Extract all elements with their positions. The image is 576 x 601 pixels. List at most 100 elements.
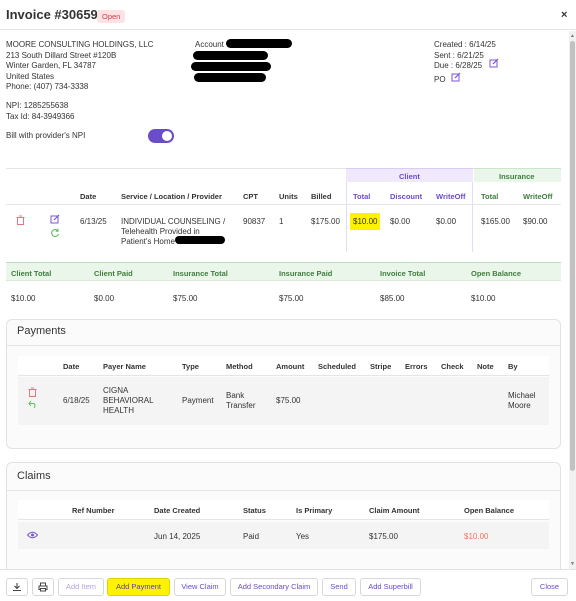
pay-col-note: Note (477, 362, 494, 371)
claim-col-is-primary: Is Primary (296, 506, 333, 515)
pay-col-method: Method (226, 362, 253, 371)
redacted-provider (175, 236, 225, 244)
account-label: Account (195, 40, 224, 49)
scrollbar[interactable]: ▲ ▼ (569, 31, 576, 569)
payment-date: 6/18/25 (63, 396, 90, 405)
redacted-account (226, 39, 292, 48)
view-claim-button[interactable]: View Claim (174, 578, 226, 596)
claim-date-created: Jun 14, 2025 (154, 532, 201, 541)
col-service: Service / Location / Provider (121, 192, 222, 201)
download-button[interactable] (6, 578, 28, 596)
payer-name-3: HEALTH (103, 406, 134, 415)
status-badge: Open (97, 10, 126, 23)
toggle-knob (162, 131, 172, 141)
pay-col-scheduled: Scheduled (318, 362, 356, 371)
close-button[interactable]: Close (531, 578, 568, 596)
claim-row[interactable]: Jun 14, 2025 Paid Yes $175.00 $10.00 (18, 522, 549, 549)
insurance-group-label: Insurance (499, 172, 535, 181)
sum-invoice-total-label: Invoice Total (380, 269, 426, 278)
invoice-body: MOORE CONSULTING HOLDINGS, LLC 213 South… (0, 31, 568, 569)
edit-icon[interactable] (50, 214, 60, 226)
claim-col-open-balance: Open Balance (464, 506, 515, 515)
ins-total-value: $165.00 (481, 217, 510, 226)
payment-by-1: Michael (508, 391, 536, 400)
pay-col-by: By (508, 362, 518, 371)
payment-row: 6/18/25 CIGNA BEHAVIORAL HEALTH Payment … (18, 377, 549, 425)
scroll-up-icon[interactable]: ▲ (570, 33, 575, 39)
redacted-patient-line (193, 51, 268, 60)
scrollbar-thumb[interactable] (570, 41, 575, 471)
sum-client-paid: $0.00 (94, 294, 115, 303)
divider (7, 345, 560, 346)
sum-insurance-paid-label: Insurance Paid (279, 269, 333, 278)
eye-icon[interactable] (26, 531, 39, 541)
payer-name-2: BEHAVIORAL (103, 396, 154, 405)
po-label: PO (434, 75, 446, 84)
delete-icon[interactable] (28, 387, 37, 399)
edit-icon[interactable] (489, 58, 499, 70)
ins-writeoff-value: $90.00 (523, 217, 548, 226)
claim-open-balance: $10.00 (464, 532, 489, 541)
claim-status: Paid (243, 532, 260, 541)
payments-header-row: Date Payer Name Type Method Amount Sched… (18, 356, 549, 376)
provider-npi: NPI: 1285255638 (6, 101, 69, 110)
action-bar: Add Item Add Payment View Claim Add Seco… (0, 569, 576, 601)
pay-col-check: Check (441, 362, 464, 371)
col-date: Date (80, 192, 97, 201)
divider (7, 490, 560, 491)
pay-col-date: Date (63, 362, 80, 371)
sum-insurance-paid: $75.00 (279, 294, 304, 303)
add-secondary-claim-button[interactable]: Add Secondary Claim (230, 578, 318, 596)
provider-phone: Phone: (407) 734-3338 (6, 82, 89, 91)
payer-name-1: CIGNA (103, 386, 129, 395)
client-total-value: $10.00 (350, 213, 381, 230)
service-desc-2: Telehealth Provided in (121, 227, 200, 236)
refresh-icon[interactable] (50, 228, 60, 240)
npi-toggle-label: Bill with provider's NPI (6, 131, 86, 140)
sum-open-balance: $10.00 (471, 294, 496, 303)
modal-header: Invoice #30659 Open × (0, 0, 576, 30)
pay-col-amount: Amount (276, 362, 305, 371)
provider-address-2: Winter Garden, FL 34787 (6, 61, 96, 70)
claims-title: Claims (17, 470, 51, 482)
print-button[interactable] (32, 578, 54, 596)
undo-icon[interactable] (28, 400, 38, 411)
claim-col-ref: Ref Number (72, 506, 115, 515)
add-payment-button[interactable]: Add Payment (107, 578, 170, 596)
delete-icon[interactable] (16, 215, 25, 227)
provider-tax-id: Tax Id: 84-3949366 (6, 112, 75, 121)
col-billed: Billed (311, 192, 332, 201)
sum-client-total: $10.00 (11, 294, 36, 303)
npi-toggle[interactable] (148, 129, 174, 143)
add-item-button[interactable]: Add Item (58, 578, 104, 596)
invoice-title: Invoice #30659 (6, 7, 98, 22)
claim-col-amount: Claim Amount (369, 506, 420, 515)
summary-header: Client Total Client Paid Insurance Total… (6, 262, 561, 281)
close-icon[interactable]: × (561, 9, 567, 21)
edit-icon[interactable] (451, 72, 461, 84)
redacted-patient-line (194, 73, 266, 82)
client-discount-value: $0.00 (390, 217, 411, 226)
client-writeoff-value: $0.00 (436, 217, 457, 226)
redacted-patient-line (191, 62, 271, 71)
created-date: Created : 6/14/25 (434, 40, 496, 49)
service-date: 6/13/25 (80, 217, 107, 226)
scroll-down-icon[interactable]: ▼ (570, 561, 575, 567)
service-billed: $175.00 (311, 217, 340, 226)
payment-method-1: Bank (226, 391, 245, 400)
service-units: 1 (279, 217, 284, 226)
add-superbill-button[interactable]: Add Superbill (360, 578, 421, 596)
col-client-writeoff: WriteOff (436, 192, 466, 201)
col-cpt: CPT (243, 192, 258, 201)
sum-insurance-total: $75.00 (173, 294, 198, 303)
insurance-group-header: Insurance (474, 168, 561, 182)
send-button[interactable]: Send (322, 578, 356, 596)
client-group-header: Client (346, 168, 473, 182)
download-icon (13, 583, 21, 592)
sum-client-total-label: Client Total (11, 269, 52, 278)
sum-insurance-total-label: Insurance Total (173, 269, 228, 278)
print-icon (38, 582, 48, 592)
sum-client-paid-label: Client Paid (94, 269, 133, 278)
client-group-label: Client (399, 172, 420, 181)
claim-col-status: Status (243, 506, 266, 515)
